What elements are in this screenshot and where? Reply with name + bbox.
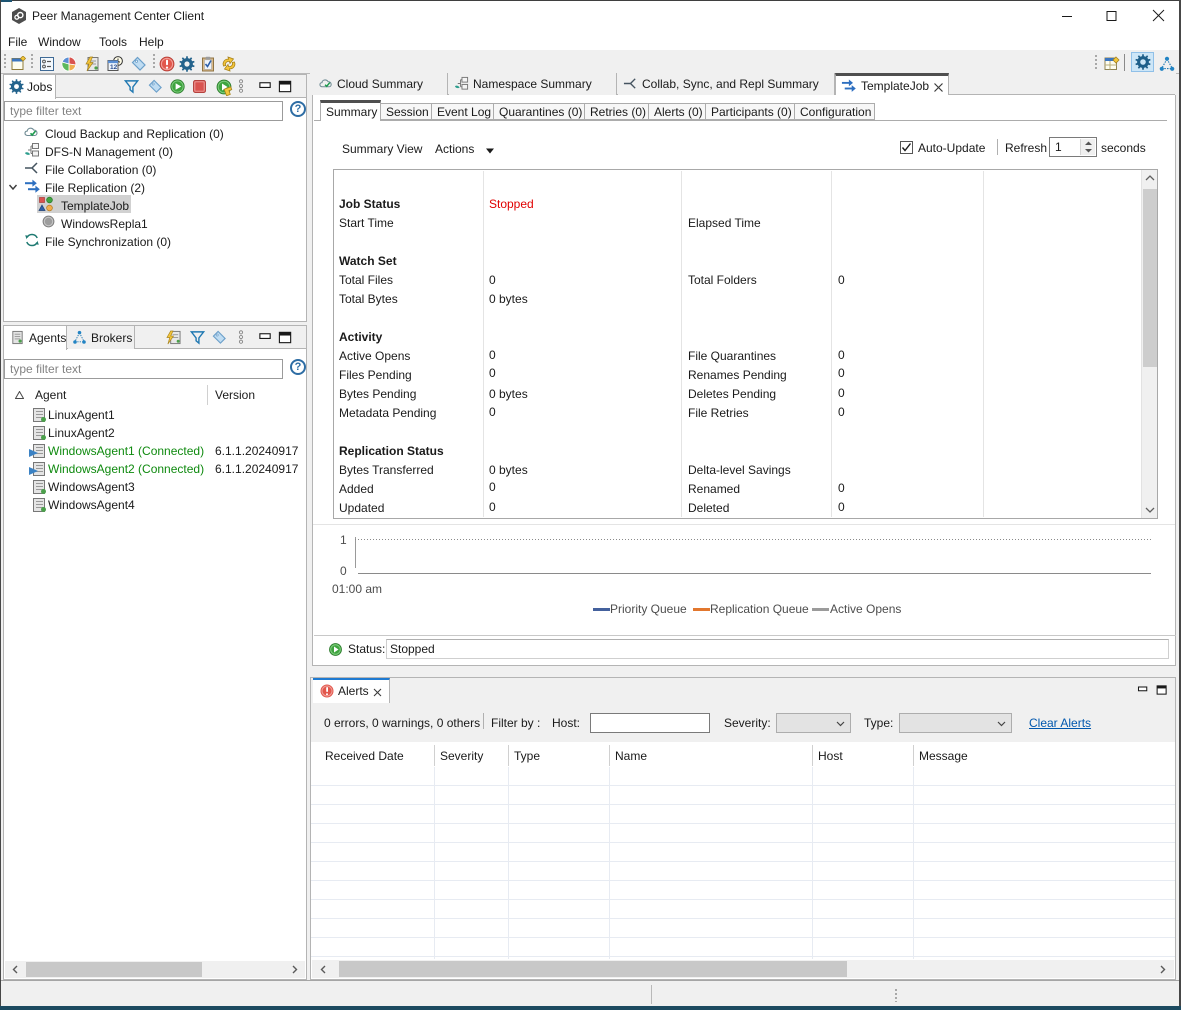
svg-text:12: 12: [110, 64, 118, 71]
